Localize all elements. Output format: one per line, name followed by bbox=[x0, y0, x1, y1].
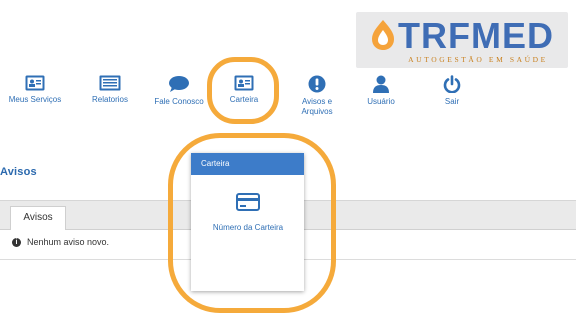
logo-text: TRFMED bbox=[398, 15, 554, 56]
nav-label: Sair bbox=[444, 97, 460, 106]
user-icon bbox=[373, 75, 389, 93]
nav-label: Carteira bbox=[229, 95, 259, 104]
numero-carteira-link[interactable]: Número da Carteira bbox=[211, 193, 285, 233]
nav-avisos-arquivos[interactable]: Avisos e Arquivos bbox=[292, 75, 342, 117]
nav-usuario[interactable]: Usuário bbox=[364, 75, 398, 107]
nav-carteira[interactable]: Carteira bbox=[222, 75, 266, 105]
tab-avisos[interactable]: Avisos bbox=[10, 206, 66, 230]
nav-label: Fale Conosco bbox=[154, 97, 204, 106]
section-title: Avisos bbox=[0, 166, 37, 178]
notice-row: i Nenhum aviso novo. bbox=[12, 237, 109, 247]
info-circle-icon: i bbox=[12, 237, 21, 247]
nav-meus-servicos[interactable]: Meus Serviços bbox=[4, 75, 66, 105]
chat-bubble-icon bbox=[169, 76, 189, 92]
flame-logo-icon bbox=[372, 20, 394, 50]
logo-tagline: AUTOGESTÃO EM SAÚDE bbox=[408, 55, 548, 64]
carteira-dropdown: Carteira Número da Carteira bbox=[191, 153, 304, 291]
nav-label: Relatorios bbox=[91, 95, 128, 104]
nav-relatorios[interactable]: Relatorios bbox=[88, 75, 132, 105]
trfmed-logo: TRFMED AUTOGESTÃO EM SAÚDE bbox=[356, 12, 568, 68]
power-icon bbox=[443, 75, 461, 93]
nav-sair[interactable]: Sair bbox=[440, 75, 464, 107]
credit-card-icon bbox=[236, 193, 260, 211]
nav-label: Avisos e Arquivos bbox=[301, 97, 333, 116]
id-card-icon bbox=[25, 75, 45, 91]
document-list-icon bbox=[99, 75, 121, 91]
dropdown-title: Carteira bbox=[191, 153, 304, 175]
id-card-icon bbox=[234, 75, 254, 91]
notice-text: Nenhum aviso novo. bbox=[27, 237, 110, 247]
nav-fale-conosco[interactable]: Fale Conosco bbox=[152, 75, 206, 107]
dropdown-item-label: Número da Carteira bbox=[212, 223, 284, 232]
nav-label: Usuário bbox=[367, 97, 395, 106]
alert-circle-icon bbox=[308, 75, 326, 93]
nav-label: Meus Serviços bbox=[8, 95, 62, 104]
